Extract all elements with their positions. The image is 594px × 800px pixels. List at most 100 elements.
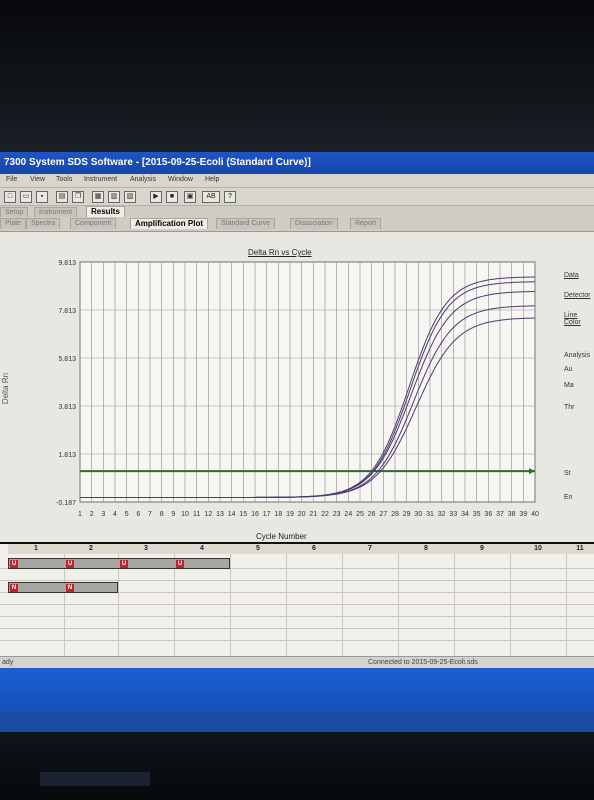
report-icon[interactable]: ▦ xyxy=(92,191,104,203)
tab-results[interactable]: Results xyxy=(86,206,125,217)
new-icon[interactable]: □ xyxy=(4,191,16,203)
unknown-well-badge[interactable]: U xyxy=(120,560,128,568)
tab-standard-curve[interactable]: Standard Curve xyxy=(216,218,276,229)
x-tick-label: 27 xyxy=(379,511,387,518)
tab-plate[interactable]: Plate xyxy=(0,218,26,229)
unknown-well-badge[interactable]: U xyxy=(10,560,18,568)
y-tick-label: 3.813 xyxy=(58,404,76,411)
x-tick-label: 29 xyxy=(403,511,411,518)
well-row-divider xyxy=(0,640,594,641)
connection-status: Connected to 2015-09-25-Ecoli.sds xyxy=(368,659,478,666)
copy-icon[interactable]: ❐ xyxy=(72,191,84,203)
x-tick-label: 35 xyxy=(473,511,481,518)
run-icon[interactable]: ▶ xyxy=(150,191,162,203)
tab-spectra[interactable]: Spectra xyxy=(26,218,61,229)
detector-label: Detector xyxy=(564,292,591,299)
taskbar-item[interactable] xyxy=(40,772,150,786)
manual-radio[interactable]: Ma xyxy=(564,382,574,389)
analyze-icon[interactable]: ▣ xyxy=(184,191,196,203)
x-tick-label: 24 xyxy=(344,511,352,518)
x-tick-label: 16 xyxy=(251,511,259,518)
help-icon[interactable]: ? xyxy=(224,191,236,203)
plot-options-panel: Data Detector Line Color Analysis Au Ma … xyxy=(560,258,594,542)
toolbar: □ ▭ ▪ ▤ ❐ ▦ ▥ ▧ ▶ ■ ▣ AB ? xyxy=(0,188,594,206)
well-col-header: 9 xyxy=(454,544,511,554)
table-icon[interactable]: ▥ xyxy=(108,191,120,203)
well-col-header: 2 xyxy=(64,544,119,554)
tab-amplification-plot[interactable]: Amplification Plot xyxy=(130,218,208,229)
x-tick-label: 14 xyxy=(228,511,236,518)
well-col-header: 7 xyxy=(342,544,399,554)
well-col-header: 5 xyxy=(230,544,287,554)
abc-icon[interactable]: AB xyxy=(202,191,220,203)
menu-instrument[interactable]: Instrument xyxy=(84,176,117,183)
well-col-divider xyxy=(286,554,287,656)
well-col-divider xyxy=(566,554,567,656)
well-col-header: 6 xyxy=(286,544,343,554)
menu-help[interactable]: Help xyxy=(205,176,219,183)
unknown-well-badge[interactable]: U xyxy=(176,560,184,568)
window-title: 7300 System SDS Software - [2015-09-25-E… xyxy=(4,157,311,168)
menu-bar: File View Tools Instrument Analysis Wind… xyxy=(0,174,594,188)
x-tick-label: 11 xyxy=(193,511,200,518)
amplification-chart[interactable]: -0.1871.8133.8135.8137.8139.8131 2 3 4 5 6 7 8 9… xyxy=(40,256,540,528)
auto-radio[interactable]: Au xyxy=(564,366,573,373)
y-tick-label: 9.813 xyxy=(58,260,76,267)
tab-dissociation[interactable]: Dissociation xyxy=(290,218,338,229)
well-row-divider xyxy=(0,628,594,629)
y-tick-label: 1.813 xyxy=(58,452,76,459)
x-tick-label: 10 xyxy=(181,511,189,518)
x-tick-label: 22 xyxy=(321,511,329,518)
x-tick-label: 2 xyxy=(90,511,94,518)
stop-icon[interactable]: ■ xyxy=(166,191,178,203)
x-tick-label: 1 xyxy=(78,511,82,518)
x-tick-label: 38 xyxy=(508,511,516,518)
menu-analysis[interactable]: Analysis xyxy=(130,176,156,183)
selected-well-row[interactable] xyxy=(8,582,118,593)
x-tick-label: 8 xyxy=(160,511,164,518)
selected-well-row[interactable] xyxy=(8,558,230,569)
print-icon[interactable]: ▤ xyxy=(56,191,68,203)
x-tick-label: 18 xyxy=(274,511,282,518)
x-tick-label: 32 xyxy=(438,511,446,518)
end-label: En xyxy=(564,494,573,501)
x-tick-label: 23 xyxy=(333,511,341,518)
well-col-divider xyxy=(64,554,65,656)
x-tick-label: 6 xyxy=(136,511,140,518)
x-tick-label: 30 xyxy=(414,511,422,518)
well-col-header: 11 xyxy=(566,544,594,554)
x-tick-label: 33 xyxy=(449,511,457,518)
menu-view[interactable]: View xyxy=(30,176,45,183)
x-tick-label: 25 xyxy=(356,511,364,518)
unknown-well-badge[interactable]: U xyxy=(66,560,74,568)
ntc-well-badge[interactable]: N xyxy=(66,584,74,592)
well-col-divider xyxy=(454,554,455,656)
x-tick-label: 36 xyxy=(484,511,492,518)
x-tick-label: 4 xyxy=(113,511,117,518)
results-sub-tab-bar: Plate Spectra Component Amplification Pl… xyxy=(0,217,594,232)
top-tab-bar: Setup Instrument Results xyxy=(0,206,594,218)
ntc-well-badge[interactable]: N xyxy=(10,584,18,592)
x-tick-label: 20 xyxy=(298,511,306,518)
tab-report[interactable]: Report xyxy=(350,218,382,229)
well-col-divider xyxy=(174,554,175,656)
save-icon[interactable]: ▪ xyxy=(36,191,48,203)
open-icon[interactable]: ▭ xyxy=(20,191,32,203)
well-col-header: 10 xyxy=(510,544,567,554)
y-tick-label: 5.813 xyxy=(58,356,76,363)
window-titlebar[interactable]: 7300 System SDS Software - [2015-09-25-E… xyxy=(0,152,594,174)
menu-file[interactable]: File xyxy=(6,176,17,183)
grid-icon[interactable]: ▧ xyxy=(124,191,136,203)
status-text: ady xyxy=(2,659,14,666)
well-col-divider xyxy=(118,554,119,656)
x-tick-label: 37 xyxy=(496,511,504,518)
menu-window[interactable]: Window xyxy=(168,176,193,183)
threshold-label: Thr xyxy=(564,404,575,411)
taskbar xyxy=(0,712,594,732)
well-grid: 1 2 3 4 5 6 7 8 9 10 11 U U U U N N xyxy=(0,544,594,656)
x-axis-label: Cycle Number xyxy=(256,532,307,541)
menu-tools[interactable]: Tools xyxy=(56,176,72,183)
tab-component[interactable]: Component xyxy=(70,218,117,229)
data-label: Data xyxy=(564,272,579,279)
well-col-header: 1 xyxy=(8,544,65,554)
